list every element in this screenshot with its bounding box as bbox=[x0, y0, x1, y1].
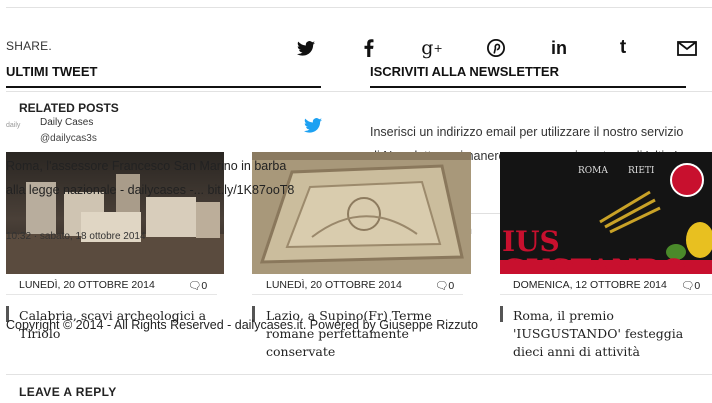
newsletter-title-underline bbox=[370, 86, 686, 88]
comment-icon: 🗨 bbox=[435, 280, 449, 292]
google-plus-icon[interactable]: g + bbox=[418, 34, 446, 62]
poster-city-rieti: RIETI bbox=[628, 166, 655, 176]
tweet-user-name[interactable]: Daily Cases bbox=[40, 117, 93, 128]
comment-count: 0 bbox=[448, 280, 455, 292]
tweets-title-underline bbox=[6, 86, 321, 88]
comment-icon: 🗨 bbox=[188, 280, 202, 292]
related-post-comments-1[interactable]: 🗨0 bbox=[188, 279, 207, 292]
related-divider bbox=[6, 91, 712, 92]
related-post-comments-3[interactable]: 🗨0 bbox=[681, 279, 700, 292]
tumblr-icon[interactable]: t bbox=[609, 34, 637, 62]
related-posts-title: RELATED POSTS bbox=[19, 101, 119, 115]
card-separator bbox=[6, 294, 217, 295]
share-label: SHARE. bbox=[6, 39, 52, 53]
twitter-icon[interactable] bbox=[292, 34, 320, 62]
linkedin-icon[interactable]: in bbox=[545, 34, 573, 62]
footer-copyright: Copyright © 2014 - All Rights Reserved -… bbox=[6, 318, 478, 332]
card-title-bar bbox=[500, 306, 503, 322]
leave-reply-title: LEAVE A REPLY bbox=[19, 385, 117, 399]
twitter-bird-icon[interactable] bbox=[304, 118, 322, 138]
related-post-date-1: LUNEDÌ, 20 OTTOBRE 2014 bbox=[19, 279, 155, 291]
poster-brand: IUS GUSTANDO bbox=[502, 225, 686, 275]
comment-icon: 🗨 bbox=[681, 280, 695, 292]
avatar[interactable]: daily bbox=[6, 122, 34, 136]
tweet-user-handle[interactable]: @dailycas3s bbox=[40, 133, 97, 144]
newsletter-title: ISCRIVITI ALLA NEWSLETTER bbox=[370, 64, 559, 79]
pinterest-icon[interactable] bbox=[482, 34, 510, 62]
top-divider bbox=[6, 7, 712, 8]
related-post-title-3[interactable]: Roma, il premio 'IUSGUSTANDO' festeggia … bbox=[513, 307, 711, 361]
related-post-title-2[interactable]: Lazio, a Supino(Fr) Terme romane perfett… bbox=[266, 307, 481, 361]
comment-count: 0 bbox=[201, 280, 208, 292]
comment-count: 0 bbox=[694, 280, 701, 292]
reply-divider bbox=[6, 374, 712, 375]
tweet-text[interactable]: Roma, l'assessore Francesco San Marino i… bbox=[6, 154, 306, 202]
related-post-date-2: LUNEDÌ, 20 OTTOBRE 2014 bbox=[266, 279, 402, 291]
share-icons: g + in t bbox=[288, 34, 708, 62]
card-separator bbox=[500, 294, 712, 295]
tweet-time[interactable]: 10:32 · sabato, 18 ottobre 2014 bbox=[6, 231, 146, 242]
related-post-image-3[interactable]: ROMA RIETI IUS GUSTANDO bbox=[500, 152, 712, 274]
related-post-date-3: DOMENICA, 12 OTTOBRE 2014 bbox=[513, 279, 667, 291]
tweets-title: ULTIMI TWEET bbox=[6, 64, 98, 79]
related-post-comments-2[interactable]: 🗨0 bbox=[435, 279, 454, 292]
email-icon[interactable] bbox=[673, 34, 701, 62]
facebook-icon[interactable] bbox=[355, 34, 383, 62]
card-separator bbox=[252, 294, 463, 295]
poster-city-roma: ROMA bbox=[578, 166, 608, 176]
